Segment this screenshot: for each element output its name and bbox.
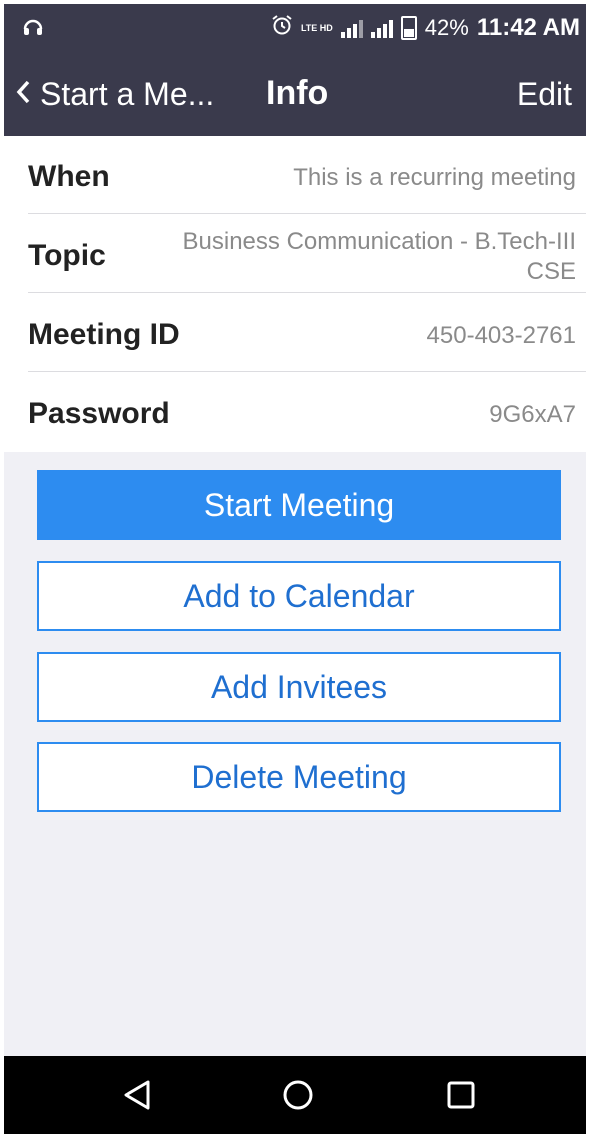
add-invitees-button[interactable]: Add Invitees xyxy=(37,652,561,722)
info-row-topic: Topic Business Communication - B.Tech-II… xyxy=(4,215,586,293)
square-recents-icon[interactable] xyxy=(444,1078,478,1117)
clock-time: 11:42 AM xyxy=(476,14,580,41)
back-button[interactable]: Start a Me... xyxy=(14,76,214,113)
chevron-left-icon xyxy=(14,78,32,111)
password-value: 9G6xA7 xyxy=(489,401,576,428)
password-label: Password xyxy=(28,397,170,430)
alarm-icon xyxy=(271,14,293,42)
battery-percent: 42% xyxy=(424,15,469,40)
status-bar: LTE HD 42% 11:42 AM xyxy=(4,4,586,52)
add-to-calendar-button[interactable]: Add to Calendar xyxy=(37,561,561,631)
battery-icon xyxy=(400,16,417,40)
topic-value-line2: CSE xyxy=(526,258,576,285)
info-row-when: When This is a recurring meeting xyxy=(4,136,586,214)
divider xyxy=(28,292,586,293)
signal-strength-icon-2 xyxy=(370,18,393,38)
triangle-back-icon[interactable] xyxy=(120,1078,154,1117)
system-navigation-bar xyxy=(4,1056,586,1134)
when-label: When xyxy=(28,160,110,193)
topic-value: Business Communication - B.Tech-III CSE xyxy=(183,227,576,287)
delete-meeting-button[interactable]: Delete Meeting xyxy=(37,742,561,812)
meeting-id-value: 450-403-2761 xyxy=(426,322,576,349)
page-title: Info xyxy=(266,74,329,112)
meeting-id-label: Meeting ID xyxy=(28,318,180,351)
divider xyxy=(28,213,586,214)
meeting-info-list: When This is a recurring meeting Topic B… xyxy=(4,136,586,452)
topic-value-line1: Business Communication - B.Tech-III xyxy=(182,228,576,255)
back-button-label: Start a Me... xyxy=(40,76,215,112)
headset-icon xyxy=(22,16,44,43)
edit-button[interactable]: Edit xyxy=(517,76,572,113)
navigation-bar: Start a Me... Info Edit xyxy=(4,52,586,136)
divider xyxy=(28,371,586,372)
info-row-meeting-id: Meeting ID 450-403-2761 xyxy=(4,294,586,372)
topic-label: Topic xyxy=(28,239,106,272)
info-row-password: Password 9G6xA7 xyxy=(4,373,586,451)
app-frame: LTE HD 42% 11:42 AM Start a Me... Info E… xyxy=(4,4,586,1134)
start-meeting-button[interactable]: Start Meeting xyxy=(37,470,561,540)
circle-home-icon[interactable] xyxy=(281,1078,315,1117)
when-value: This is a recurring meeting xyxy=(293,164,576,191)
signal-strength-icon xyxy=(340,18,363,38)
lte-hd-indicator: LTE HD xyxy=(300,22,333,33)
